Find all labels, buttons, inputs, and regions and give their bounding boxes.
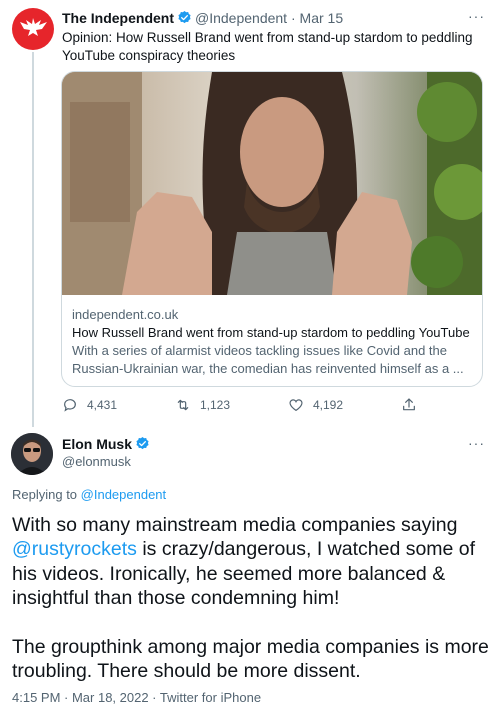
verified-badge-icon: [136, 436, 149, 450]
heart-icon: [289, 399, 303, 412]
retweet-icon: [177, 399, 189, 411]
replying-to-link[interactable]: @Independent: [81, 487, 167, 502]
tweet-paragraph-1: With so many mainstream media companies …: [12, 513, 492, 611]
thread-connector: [32, 52, 34, 427]
author-handle[interactable]: @elonmusk: [62, 454, 131, 469]
video-still-image: [62, 72, 482, 295]
tweet-timestamp[interactable]: 4:15 PM · Mar 18, 2022 · Twitter for iPh…: [12, 690, 261, 705]
separator-dot: ·: [287, 10, 300, 26]
card-title: How Russell Brand went from stand-up sta…: [72, 325, 474, 340]
mention-link[interactable]: @rustyrockets: [12, 538, 137, 560]
tweet-paragraph-2: The groupthink among major media compani…: [12, 635, 489, 683]
replying-to-line: Replying to @Independent: [12, 487, 166, 502]
quoted-tweet-actions: 4,431 1,123 4,192: [62, 397, 422, 417]
like-button[interactable]: 4,192: [288, 397, 343, 413]
tweet-body: With so many mainstream media companies …: [12, 513, 492, 683]
card-domain: independent.co.uk: [72, 307, 179, 322]
reply-button[interactable]: 4,431: [62, 397, 117, 413]
share-button[interactable]: [401, 397, 417, 413]
elon-musk-avatar[interactable]: [11, 433, 53, 475]
author-name[interactable]: Elon Musk: [62, 436, 132, 452]
verified-badge-icon: [178, 10, 191, 24]
replying-to-prefix: Replying to: [12, 487, 81, 502]
quoted-tweet-header: The Independent @Independent · Mar 15: [62, 9, 343, 27]
eagle-logo-icon: [20, 18, 47, 36]
retweet-count: 1,123: [200, 398, 231, 412]
like-count: 4,192: [313, 398, 344, 412]
quoted-handle[interactable]: @Independent: [195, 10, 287, 26]
quoted-author-name[interactable]: The Independent: [62, 10, 174, 26]
link-preview-card[interactable]: independent.co.uk How Russell Brand went…: [61, 71, 483, 387]
card-text-block: independent.co.uk How Russell Brand went…: [72, 306, 474, 378]
article-thumbnail: [62, 72, 482, 295]
independent-avatar[interactable]: [12, 8, 54, 50]
quoted-tweet[interactable]: The Independent @Independent · Mar 15 ···…: [0, 0, 500, 428]
reply-icon: [64, 399, 76, 412]
share-icon: [403, 398, 415, 411]
quoted-more-options-button[interactable]: ···: [468, 8, 485, 24]
quoted-tweet-text: Opinion: How Russell Brand went from sta…: [62, 30, 473, 63]
reply-count: 4,431: [87, 398, 118, 412]
tweet-header: Elon Musk: [62, 436, 153, 452]
retweet-button[interactable]: 1,123: [175, 397, 230, 413]
tweet-text-before-mention: With so many mainstream media companies …: [12, 514, 458, 536]
quoted-date[interactable]: Mar 15: [300, 10, 344, 26]
tweet-more-options-button[interactable]: ···: [468, 435, 485, 451]
card-description: With a series of alarmist videos tacklin…: [72, 343, 464, 376]
profile-photo-image: [11, 433, 53, 475]
